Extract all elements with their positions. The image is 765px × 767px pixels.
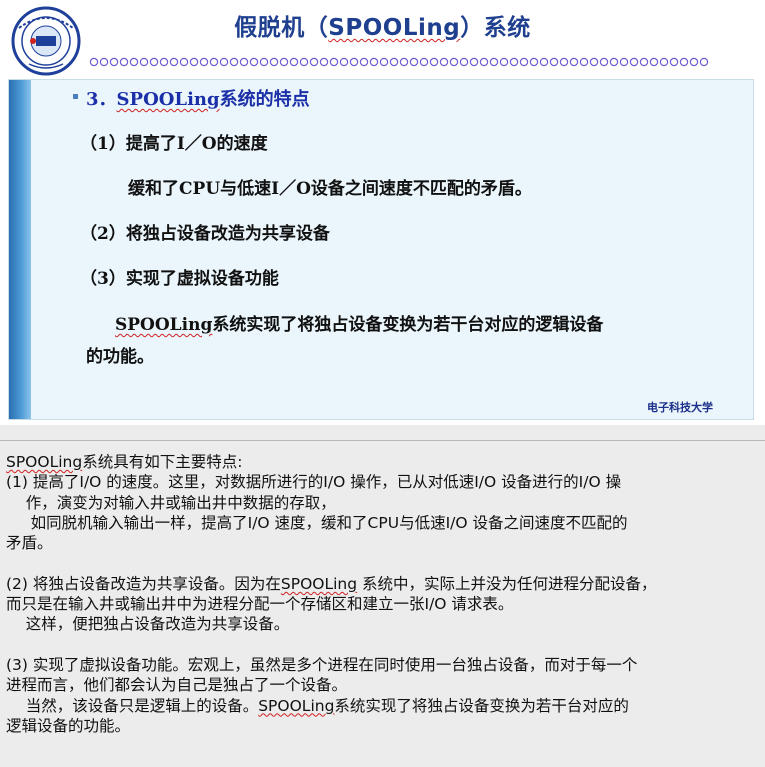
divider-dot (389, 57, 399, 67)
divider-dot (119, 57, 129, 67)
divider-dot (549, 57, 559, 67)
notes-line: 逻辑设备的功能。 (6, 716, 131, 735)
divider-dot (469, 57, 479, 67)
divider-dot (209, 57, 219, 67)
divider-dot (199, 57, 209, 67)
divider-dot (479, 57, 489, 67)
slide-title: 假脱机（SPOOLing）系统 (234, 15, 531, 41)
speaker-notes: SPOOLing系统具有如下主要特点: (1) 提高了I/O 的速度。这里，对数… (6, 452, 758, 736)
divider-dot (639, 57, 649, 67)
divider-dot (219, 57, 229, 67)
notes-line: 当然，该设备只是逻辑上的设备。SPOOLing系统实现了将独占设备变换为若干台对… (6, 696, 629, 715)
divider-dot (189, 57, 199, 67)
divider-dot (409, 57, 419, 67)
notes-line: 这样，便把独占设备改造为共享设备。 (6, 615, 290, 634)
divider-dot (269, 57, 279, 67)
divider-dot (109, 57, 119, 67)
divider-dot (399, 57, 409, 67)
divider-dot (289, 57, 299, 67)
divider-dot (89, 57, 99, 67)
divider-dot (229, 57, 239, 67)
divider-dot (669, 57, 679, 67)
divider-dot (449, 57, 459, 67)
divider-dot (679, 57, 689, 67)
divider-dot (369, 57, 379, 67)
divider-dot (169, 57, 179, 67)
divider-dot (249, 57, 259, 67)
divider-dot (569, 57, 579, 67)
divider-dot (439, 57, 449, 67)
divider-dot (629, 57, 639, 67)
feature-item-1-detail: 缓和了CPU与低速I／O设备之间速度不匹配的矛盾。 (128, 179, 532, 199)
divider-dot (139, 57, 149, 67)
panel-side-bar (9, 80, 31, 419)
notes-line: SPOOLing系统具有如下主要特点: (6, 453, 243, 471)
divider-dot (429, 57, 439, 67)
feature-item-2: （2）将独占设备改造为共享设备 (80, 224, 330, 244)
summary-line-2: 的功能。 (86, 347, 154, 367)
summary-line-1: SPOOLing系统实现了将独占设备变换为若干台对应的逻辑设备 (115, 315, 604, 335)
divider-dot (419, 57, 429, 67)
divider-dot (179, 57, 189, 67)
divider-dot (539, 57, 549, 67)
bullet-square-icon (73, 94, 78, 99)
divider-dot (159, 57, 169, 67)
feature-item-3: （3）实现了虚拟设备功能 (80, 269, 279, 289)
notes-line: 而只是在输入井或输出井中为进程分配一个存储区和建立一张I/O 请求表。 (6, 595, 514, 614)
divider-dot (519, 57, 529, 67)
divider-dot (339, 57, 349, 67)
slide: 假脱机（SPOOLing）系统 3．SPOOLing系统的特点 （1）提高了I／… (0, 0, 765, 425)
divider-dot (349, 57, 359, 67)
divider-dot (459, 57, 469, 67)
divider-dot (689, 57, 699, 67)
divider-dot (609, 57, 619, 67)
divider-dot (499, 57, 509, 67)
divider-dot (509, 57, 519, 67)
section-heading: 3．SPOOLing系统的特点 (86, 89, 310, 110)
notes-line: 进程而言，他们都会认为自己是独占了一个设备。 (6, 676, 348, 695)
divider-dot (329, 57, 339, 67)
divider-dot (279, 57, 289, 67)
divider-dot (559, 57, 569, 67)
divider-dot (379, 57, 389, 67)
divider-dot (299, 57, 309, 67)
divider-dot (359, 57, 369, 67)
divider-dot (99, 57, 109, 67)
notes-separator (0, 440, 765, 441)
divider-dot (319, 57, 329, 67)
divider-dot (619, 57, 629, 67)
divider-dot (699, 57, 709, 67)
divider-dot (129, 57, 139, 67)
divider-dot (259, 57, 269, 67)
divider-dot (659, 57, 669, 67)
divider-dot (649, 57, 659, 67)
divider-dot (239, 57, 249, 67)
notes-line: (3) 实现了虚拟设备功能。宏观上，虽然是多个进程在同时使用一台独占设备，而对于… (6, 655, 638, 674)
divider-dot (599, 57, 609, 67)
divider-dot (489, 57, 499, 67)
divider-dot (309, 57, 319, 67)
notes-line: (2) 将独占设备改造为共享设备。因为在SPOOLing 系统中，实际上并没为任… (6, 574, 657, 593)
footer-university: 电子科技大学 (647, 401, 713, 414)
divider-dot (579, 57, 589, 67)
notes-line: 矛盾。 (6, 534, 53, 553)
divider-dot (529, 57, 539, 67)
notes-line: (1) 提高了I/O 的速度。这里，对数据所进行的I/O 操作，已从对低速I/O… (6, 473, 622, 492)
decorative-dot-divider (89, 57, 709, 67)
notes-line: 作，演变为对输入井或输出井中数据的存取， (6, 493, 336, 512)
feature-item-1: （1）提高了I／O的速度 (80, 134, 268, 154)
notes-line: 如同脱机输入输出一样，提高了I/O 速度，缓和了CPU与低速I/O 设备之间速度… (6, 513, 628, 532)
divider-dot (589, 57, 599, 67)
divider-dot (149, 57, 159, 67)
